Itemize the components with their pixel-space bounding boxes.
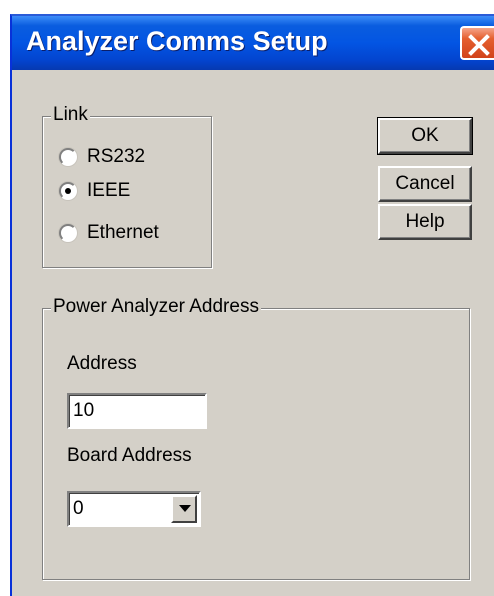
ok-button[interactable]: OK: [377, 117, 473, 155]
radio-circle-selected[interactable]: [59, 182, 77, 200]
address-label: Address: [67, 353, 137, 374]
radio-circle[interactable]: [59, 224, 77, 242]
radio-label-ieee: IEEE: [87, 180, 131, 201]
window-title: Analyzer Comms Setup: [26, 26, 328, 56]
dropdown-button[interactable]: [171, 495, 197, 523]
help-button[interactable]: Help: [378, 204, 472, 240]
radio-circle[interactable]: [59, 148, 77, 166]
close-button[interactable]: [460, 26, 494, 60]
address-legend: Power Analyzer Address: [51, 296, 261, 318]
cancel-button[interactable]: Cancel: [378, 166, 472, 202]
radio-label-rs232: RS232: [87, 146, 146, 167]
dialog-window: Analyzer Comms Setup Link RS232 IEEE Eth…: [10, 14, 494, 596]
address-groupbox: Power Analyzer Address Address 10 Board …: [42, 296, 470, 580]
title-bar[interactable]: Analyzer Comms Setup: [12, 16, 494, 70]
link-groupbox: Link RS232 IEEE Ethernet: [42, 104, 212, 268]
radio-ethernet[interactable]: Ethernet: [59, 221, 159, 245]
radio-ieee[interactable]: IEEE: [59, 179, 130, 203]
address-field[interactable]: 10: [67, 393, 207, 429]
link-legend: Link: [51, 104, 90, 126]
board-address-select[interactable]: 0: [67, 491, 201, 527]
board-address-value: 0: [73, 498, 84, 519]
radio-label-ethernet: Ethernet: [87, 222, 159, 243]
radio-rs232[interactable]: RS232: [59, 145, 145, 169]
radio-dot: [65, 188, 71, 194]
board-address-label: Board Address: [67, 445, 192, 466]
